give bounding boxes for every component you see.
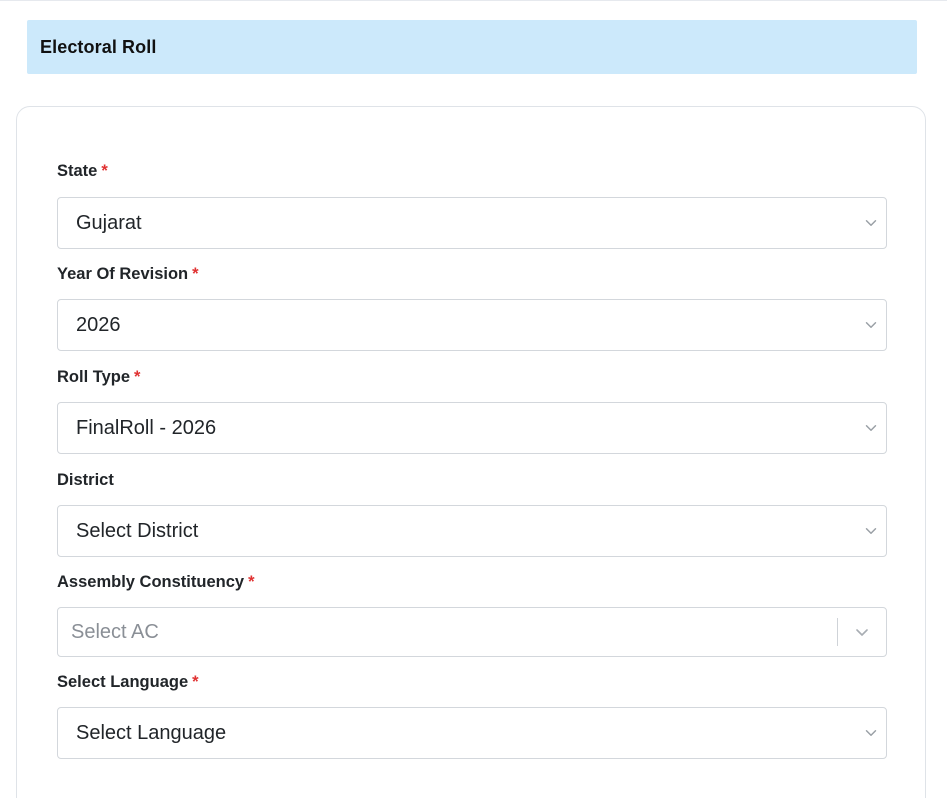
top-divider xyxy=(0,0,947,1)
required-mark: * xyxy=(101,162,108,180)
required-mark: * xyxy=(248,573,255,591)
assembly-constituency-label-text: Assembly Constituency xyxy=(57,573,245,591)
year-of-revision-label: Year Of Revision * xyxy=(57,265,199,284)
state-label: State * xyxy=(57,162,108,181)
chevron-down-icon xyxy=(865,322,877,328)
chevron-down-icon xyxy=(865,220,877,226)
required-mark: * xyxy=(192,265,199,283)
chevron-down-icon xyxy=(865,425,877,431)
year-of-revision-label-text: Year Of Revision xyxy=(57,265,189,283)
required-mark: * xyxy=(192,673,199,691)
roll-type-select[interactable]: FinalRoll - 2026 xyxy=(57,402,887,454)
language-label-text: Select Language xyxy=(57,673,189,691)
roll-type-label: Roll Type * xyxy=(57,368,140,387)
district-select[interactable]: Select District xyxy=(57,505,887,557)
language-select[interactable]: Select Language xyxy=(57,707,887,759)
state-label-text: State xyxy=(57,162,98,180)
page-title: Electoral Roll xyxy=(40,36,157,57)
language-label: Select Language * xyxy=(57,673,199,692)
district-label: District xyxy=(57,471,114,490)
required-mark: * xyxy=(134,368,141,386)
state-select-value: Gujarat xyxy=(76,211,142,234)
district-select-value: Select District xyxy=(76,519,199,542)
year-of-revision-select-value: 2026 xyxy=(76,313,121,336)
dropdown-indicator[interactable] xyxy=(838,608,886,656)
chevron-down-icon xyxy=(856,629,868,636)
assembly-constituency-placeholder: Select AC xyxy=(71,620,159,643)
district-label-text: District xyxy=(57,471,114,489)
assembly-constituency-select[interactable]: Select AC xyxy=(57,607,887,657)
state-select[interactable]: Gujarat xyxy=(57,197,887,249)
chevron-down-icon xyxy=(865,528,877,534)
electoral-roll-page: Electoral Roll State * Gujarat Year Of Re… xyxy=(0,0,947,798)
roll-type-label-text: Roll Type xyxy=(57,368,131,386)
assembly-constituency-label: Assembly Constituency * xyxy=(57,573,254,592)
roll-type-select-value: FinalRoll - 2026 xyxy=(76,416,217,439)
section-header: Electoral Roll xyxy=(27,20,917,74)
year-of-revision-select[interactable]: 2026 xyxy=(57,299,887,351)
language-select-value: Select Language xyxy=(76,721,227,744)
chevron-down-icon xyxy=(865,730,877,736)
